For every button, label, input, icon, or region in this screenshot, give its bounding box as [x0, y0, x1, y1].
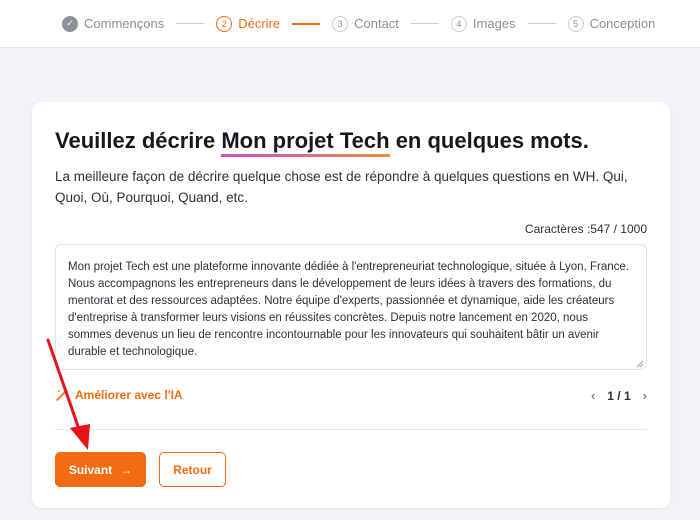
description-textarea[interactable]: Mon projet Tech est une plateforme innov…: [55, 244, 647, 370]
step-conception[interactable]: 5 Conception: [567, 15, 656, 32]
suggestion-pager: ‹ 1 / 1 ›: [591, 388, 647, 403]
next-button-label: Suivant: [68, 462, 113, 477]
character-counter: Caractères :547 / 1000: [524, 222, 647, 236]
magic-wand-icon: [56, 389, 68, 401]
next-button[interactable]: Suivant →: [55, 452, 146, 487]
title-prefix: Veuillez décrire: [55, 128, 222, 153]
step-number: 2: [216, 15, 233, 32]
step-label: Contact: [354, 16, 399, 31]
chevron-right-icon[interactable]: ›: [643, 388, 647, 403]
step-label: Commençons: [84, 16, 165, 31]
step-connector: [410, 23, 439, 24]
ai-button-label: Améliorer avec l'IA: [75, 388, 183, 402]
page-title: Veuillez décrire Mon projet Tech en quel…: [55, 128, 589, 157]
step-connector: [176, 23, 205, 24]
step-connector: [527, 23, 556, 24]
resize-grip-icon[interactable]: [636, 360, 644, 368]
instructions-text: La meilleure façon de décrire quelque ch…: [55, 169, 628, 205]
title-suffix: en quelques mots.: [389, 128, 589, 153]
step-number: 5: [567, 15, 584, 32]
improve-with-ai-button[interactable]: Améliorer avec l'IA: [55, 388, 183, 402]
divider: [55, 429, 647, 430]
progress-stepper: ✓ Commençons 2 Décrire 3 Contact 4 Image…: [0, 0, 700, 48]
step-label: Images: [472, 16, 516, 31]
project-name-highlight: Mon projet Tech: [221, 128, 390, 157]
step-label: Conception: [589, 16, 656, 31]
step-contact[interactable]: 3 Contact: [332, 15, 399, 32]
step-number: 4: [450, 15, 467, 32]
step-decrire[interactable]: 2 Décrire: [216, 15, 281, 32]
description-card: Veuillez décrire Mon projet Tech en quel…: [32, 102, 670, 508]
back-button[interactable]: Retour: [159, 452, 226, 487]
step-commencons[interactable]: ✓ Commençons: [62, 15, 165, 32]
step-number: 3: [332, 15, 349, 32]
check-icon: ✓: [62, 15, 78, 32]
step-connector-active: [292, 22, 321, 25]
step-images[interactable]: 4 Images: [450, 15, 516, 32]
pager-count: 1 / 1: [607, 388, 631, 403]
chevron-left-icon[interactable]: ‹: [591, 388, 595, 403]
arrow-right-icon: →: [120, 462, 133, 477]
step-label: Décrire: [238, 16, 281, 31]
